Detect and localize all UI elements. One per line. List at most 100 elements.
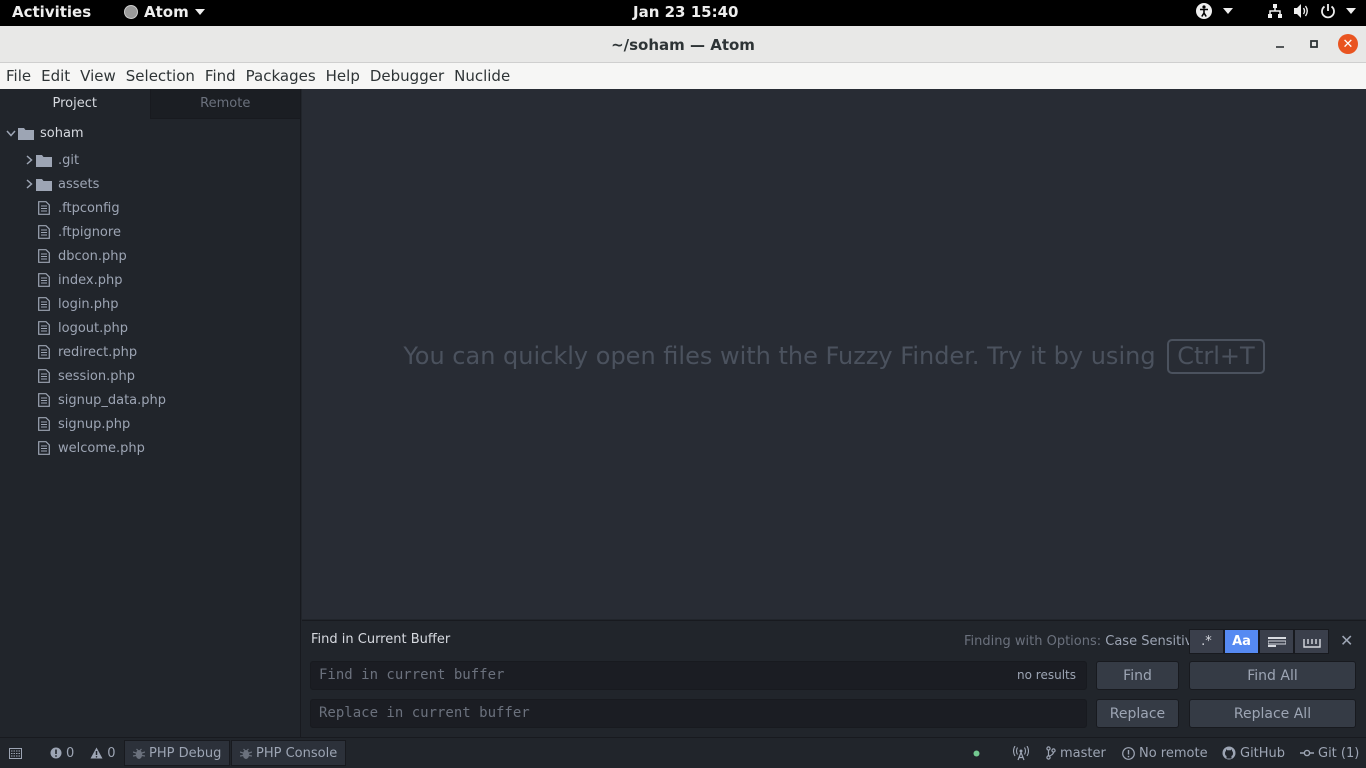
menu-packages[interactable]: Packages	[246, 67, 316, 85]
git-panel-label: Git (1)	[1318, 745, 1360, 761]
window-titlebar[interactable]: ~/soham — Atom ✕	[0, 26, 1366, 63]
status-dot-icon	[973, 738, 980, 768]
menu-bar: File Edit View Selection Find Packages H…	[0, 63, 1366, 89]
tree-folder-label: .git	[58, 152, 80, 168]
tree-file-item[interactable]: login.php	[36, 293, 119, 315]
file-text-icon	[36, 345, 52, 359]
menu-view[interactable]: View	[80, 67, 116, 85]
system-tray[interactable]	[1195, 2, 1356, 20]
folder-icon	[36, 153, 52, 167]
folder-icon	[36, 177, 52, 191]
tree-view: Project Remote soham .git assets .ftpcon…	[0, 89, 301, 737]
tree-file-label: welcome.php	[58, 440, 145, 456]
tree-file-label: logout.php	[58, 320, 128, 336]
chevron-right-icon	[22, 155, 36, 165]
git-panel-toggle[interactable]: Git (1)	[1300, 738, 1359, 768]
replace-all-button[interactable]: Replace All	[1189, 699, 1356, 728]
tab-remote[interactable]: Remote	[149, 89, 300, 119]
git-branch[interactable]: master	[1046, 738, 1106, 768]
menu-edit[interactable]: Edit	[41, 67, 70, 85]
tree-folder-git[interactable]: .git	[22, 149, 79, 171]
php-console-label: PHP Console	[256, 745, 338, 761]
network-icon[interactable]	[1267, 3, 1283, 19]
system-top-bar: Activities Atom Jan 23 15:40	[0, 0, 1366, 26]
chevron-down-icon	[1346, 8, 1356, 14]
power-icon[interactable]	[1320, 3, 1336, 19]
bug-icon	[240, 748, 252, 759]
app-menu[interactable]: Atom	[124, 3, 205, 21]
chevron-down-icon	[194, 9, 205, 15]
tree-file-item[interactable]: dbcon.php	[36, 245, 127, 267]
find-panel-heading: Find in Current Buffer	[311, 632, 451, 647]
tree-file-label: .ftpignore	[58, 224, 121, 240]
menu-find[interactable]: Find	[205, 67, 236, 85]
menu-nuclide[interactable]: Nuclide	[454, 67, 510, 85]
find-options-summary: Finding with Options: Case Sensitive	[964, 634, 1201, 649]
tree-file-item[interactable]: .ftpconfig	[36, 197, 120, 219]
file-text-icon	[36, 369, 52, 383]
file-text-icon	[36, 393, 52, 407]
app-menu-label: Atom	[144, 3, 189, 21]
maximize-icon[interactable]	[1304, 34, 1324, 54]
diagnostics-summary[interactable]: 0 0	[50, 738, 116, 768]
file-text-icon	[36, 297, 52, 311]
accessibility-icon[interactable]	[1195, 2, 1213, 20]
close-find-panel-icon[interactable]: ✕	[1340, 631, 1353, 650]
tree-file-item[interactable]: index.php	[36, 269, 122, 291]
regex-toggle-button[interactable]: .*	[1189, 629, 1224, 654]
file-text-icon	[36, 321, 52, 335]
git-commit-icon	[1300, 749, 1314, 757]
folder-icon	[18, 126, 34, 140]
tree-file-item[interactable]: redirect.php	[36, 341, 137, 363]
fetch-icon[interactable]	[1013, 738, 1029, 768]
activities-button[interactable]: Activities	[12, 3, 91, 21]
tree-file-label: session.php	[58, 368, 135, 384]
tree-file-item[interactable]: signup_data.php	[36, 389, 166, 411]
tree-file-label: .ftpconfig	[58, 200, 120, 216]
volume-icon[interactable]	[1293, 3, 1310, 19]
toggle-tree-view-icon[interactable]	[9, 738, 22, 768]
whole-word-toggle-button[interactable]	[1294, 629, 1329, 654]
minimize-icon[interactable]	[1270, 34, 1290, 54]
editor-pane[interactable]: You can quickly open files with the Fuzz…	[302, 89, 1366, 619]
shortcut-key: Ctrl+T	[1167, 339, 1265, 374]
bug-icon	[133, 748, 145, 759]
tree-file-item[interactable]: signup.php	[36, 413, 130, 435]
menu-selection[interactable]: Selection	[126, 67, 195, 85]
in-selection-toggle-button[interactable]	[1259, 629, 1294, 654]
php-debug-button[interactable]: PHP Debug	[124, 740, 231, 766]
tree-root-folder[interactable]: soham	[4, 122, 84, 144]
tree-folder-assets[interactable]: assets	[22, 173, 99, 195]
find-button[interactable]: Find	[1096, 661, 1179, 690]
chevron-down-icon	[1223, 8, 1233, 14]
hint-text: You can quickly open files with the Fuzz…	[403, 342, 1156, 370]
tree-file-label: login.php	[58, 296, 119, 312]
find-input[interactable]: Find in current buffer no results	[310, 661, 1087, 690]
tree-file-label: index.php	[58, 272, 123, 288]
tree-file-item[interactable]: welcome.php	[36, 437, 145, 459]
menu-file[interactable]: File	[6, 67, 31, 85]
tree-root-label: soham	[40, 125, 84, 141]
github-panel-toggle[interactable]: GitHub	[1222, 738, 1285, 768]
github-label: GitHub	[1240, 745, 1286, 761]
git-remote[interactable]: No remote	[1122, 738, 1208, 768]
fuzzy-finder-hint: You can quickly open files with the Fuzz…	[302, 339, 1366, 374]
tab-project[interactable]: Project	[0, 89, 150, 119]
tree-file-item[interactable]: logout.php	[36, 317, 128, 339]
github-icon	[1222, 746, 1236, 760]
case-sensitive-toggle-button[interactable]: Aa	[1224, 629, 1259, 654]
replace-input[interactable]: Replace in current buffer	[310, 699, 1087, 728]
clock[interactable]: Jan 23 15:40	[633, 3, 738, 21]
atom-app-icon	[124, 5, 138, 19]
php-console-button[interactable]: PHP Console	[231, 740, 347, 766]
replace-input-placeholder: Replace in current buffer	[319, 705, 530, 721]
find-all-button[interactable]: Find All	[1189, 661, 1356, 690]
status-bar: 0 0 PHP Debug PHP Console master No remo…	[0, 737, 1366, 768]
tree-file-item[interactable]: .ftpignore	[36, 221, 121, 243]
selection-icon	[1267, 636, 1286, 647]
tree-file-item[interactable]: session.php	[36, 365, 135, 387]
close-window-icon[interactable]: ✕	[1338, 34, 1358, 54]
menu-help[interactable]: Help	[326, 67, 360, 85]
replace-button[interactable]: Replace	[1096, 699, 1179, 728]
menu-debugger[interactable]: Debugger	[370, 67, 444, 85]
